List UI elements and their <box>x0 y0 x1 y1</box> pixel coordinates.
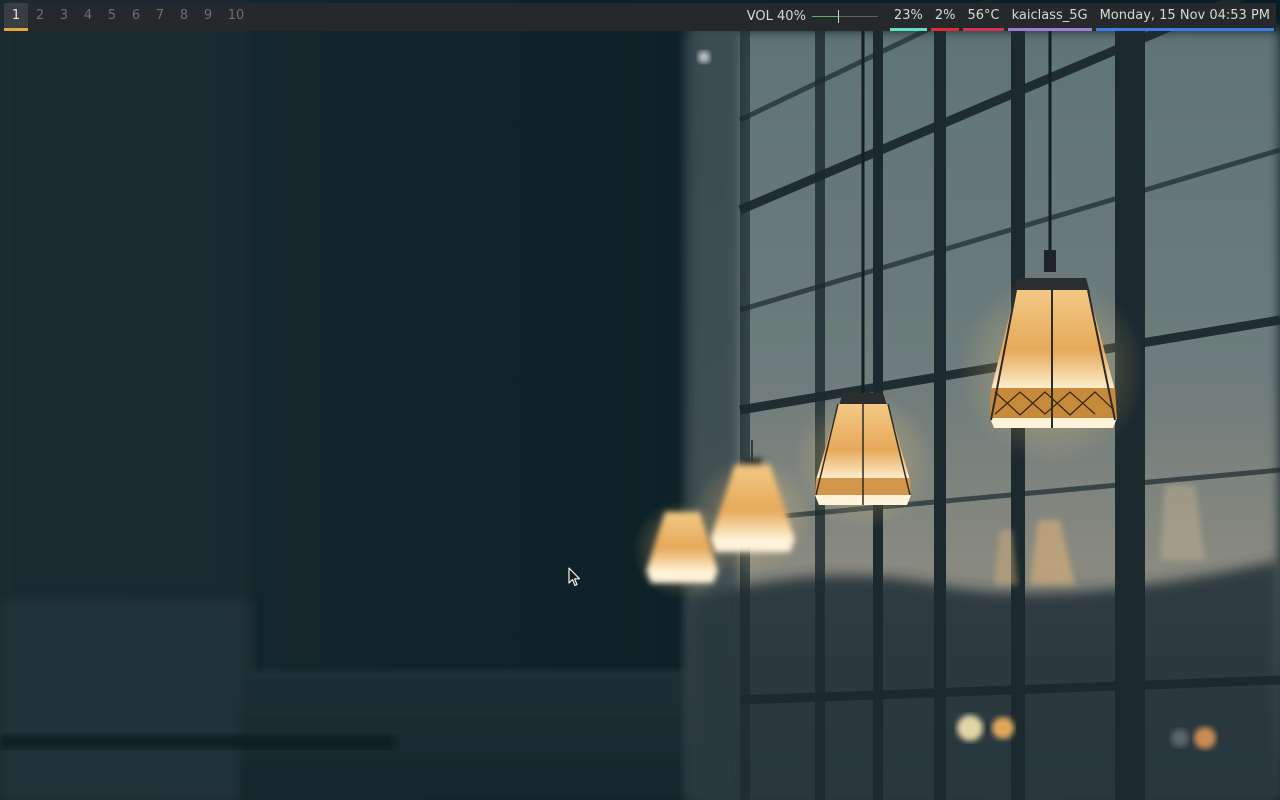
status-bar: 1 2 3 4 5 6 7 8 9 10 VOL 40% 23% 2% 56°C <box>4 3 1276 31</box>
workspace-2[interactable]: 2 <box>28 3 52 31</box>
workspace-3[interactable]: 3 <box>52 3 76 31</box>
cpu-module[interactable]: 23% <box>888 3 929 31</box>
wifi-module[interactable]: kaiclass_5G <box>1006 3 1094 31</box>
volume-label: VOL 40% <box>746 9 806 24</box>
temperature-module[interactable]: 56°C <box>961 3 1005 31</box>
volume-module[interactable]: VOL 40% <box>741 3 888 31</box>
workspace-7[interactable]: 7 <box>148 3 172 31</box>
volume-slider-knob[interactable] <box>837 10 839 23</box>
volume-slider-fill <box>811 16 839 17</box>
workspace-switcher: 1 2 3 4 5 6 7 8 9 10 <box>4 3 252 31</box>
mouse-pointer-icon <box>568 567 581 587</box>
cpu-usage-text: 23% <box>893 8 923 23</box>
status-modules: VOL 40% 23% 2% 56°C kaiclass_5G Monday, … <box>741 3 1276 31</box>
volume-slider[interactable] <box>811 10 878 24</box>
clock-module[interactable]: Monday, 15 Nov 04:53 PM <box>1094 3 1276 31</box>
cpu-underline <box>889 28 927 31</box>
clock-text: Monday, 15 Nov 04:53 PM <box>1099 8 1270 23</box>
memory-usage-text: 2% <box>934 8 956 23</box>
temperature-underline <box>963 28 1004 31</box>
workspace-6[interactable]: 6 <box>124 3 148 31</box>
workspace-1[interactable]: 1 <box>4 3 28 31</box>
clock-underline <box>1095 28 1274 31</box>
memory-underline <box>930 28 960 31</box>
wifi-ssid-text: kaiclass_5G <box>1011 8 1088 23</box>
wifi-underline <box>1007 28 1092 31</box>
workspace-4[interactable]: 4 <box>76 3 100 31</box>
workspace-8[interactable]: 8 <box>172 3 196 31</box>
desktop-wallpaper <box>0 0 1280 800</box>
temperature-text: 56°C <box>967 8 1000 23</box>
workspace-10[interactable]: 10 <box>220 3 252 31</box>
workspace-5[interactable]: 5 <box>100 3 124 31</box>
memory-module[interactable]: 2% <box>929 3 962 31</box>
workspace-9[interactable]: 9 <box>196 3 220 31</box>
